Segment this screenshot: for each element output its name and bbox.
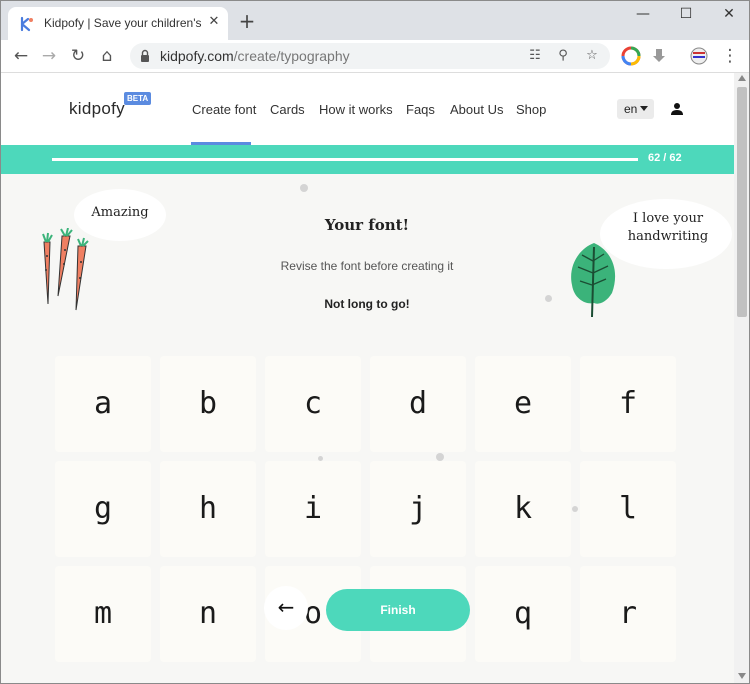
scroll-up-icon[interactable]: [738, 75, 746, 81]
forward-icon[interactable]: →: [39, 46, 59, 66]
minimize-button[interactable]: —: [628, 4, 658, 24]
letter-card-d[interactable]: d: [370, 356, 466, 452]
letter-glyph: c: [303, 386, 323, 421]
letter-glyph: k: [513, 491, 533, 526]
page-subtitle: Revise the font before creating it: [280, 259, 454, 273]
letter-card-g[interactable]: g: [55, 461, 151, 557]
lock-icon: [141, 49, 149, 62]
letter-card-f[interactable]: f: [580, 356, 676, 452]
letter-glyph: h: [198, 491, 218, 526]
tab-close-icon[interactable]: ✕: [206, 14, 222, 30]
nav-about-us[interactable]: About Us: [450, 102, 503, 117]
zoom-icon[interactable]: ⚲: [554, 47, 572, 65]
window-close-button[interactable]: ✕: [714, 4, 744, 24]
letter-glyph: r: [618, 596, 638, 631]
letter-card-c[interactable]: c: [265, 356, 361, 452]
letter-glyph: g: [93, 491, 113, 526]
browser-toolbar: ← → ↻ ⌂ kidpofy.com/create/typography ☷ …: [0, 40, 750, 73]
url-path: /create/typography: [233, 48, 350, 64]
letter-card-r[interactable]: r: [580, 566, 676, 662]
progress-count: 62 / 62: [648, 152, 682, 164]
letter-glyph: a: [93, 386, 113, 421]
nav-faqs[interactable]: Faqs: [406, 102, 435, 117]
extension-colorful-icon[interactable]: [621, 46, 641, 66]
url-text: kidpofy.com/create/typography: [160, 48, 350, 64]
browser-tab[interactable]: Kidpofy | Save your children's c ✕: [8, 7, 228, 40]
flag-extension-icon[interactable]: [689, 46, 709, 66]
letter-glyph: j: [408, 491, 428, 526]
letter-glyph: q: [513, 596, 533, 631]
letter-card-b[interactable]: b: [160, 356, 256, 452]
letter-card-a[interactable]: a: [55, 356, 151, 452]
letter-card-j[interactable]: j: [370, 461, 466, 557]
decor-dot: [572, 506, 578, 512]
letter-glyph: f: [618, 386, 638, 421]
letter-glyph: m: [93, 596, 113, 631]
back-icon[interactable]: ←: [11, 46, 31, 66]
letter-card-m[interactable]: m: [55, 566, 151, 662]
home-icon[interactable]: ⌂: [97, 46, 117, 66]
progress-fill: [52, 158, 638, 161]
bubble-right-line1: I love your: [632, 211, 704, 226]
address-bar[interactable]: kidpofy.com/create/typography ☷ ⚲ ☆: [130, 43, 610, 69]
nav-cards[interactable]: Cards: [270, 102, 305, 117]
letter-card-k[interactable]: k: [475, 461, 571, 557]
letter-card-q[interactable]: q: [475, 566, 571, 662]
beta-badge: BETA: [124, 92, 152, 105]
page-content: kidpofy BETA Create font Cards How it wo…: [0, 73, 734, 684]
language-value: en: [624, 102, 638, 116]
site-logo[interactable]: kidpofy: [69, 99, 125, 119]
new-tab-button[interactable]: +: [238, 11, 256, 31]
reload-icon[interactable]: ↻: [68, 46, 88, 66]
nav-shop[interactable]: Shop: [516, 102, 546, 117]
nav-how-it-works[interactable]: How it works: [319, 102, 393, 117]
letter-card-n[interactable]: n: [160, 566, 256, 662]
decor-dot: [545, 295, 552, 302]
progress-note: Not long to go!: [324, 297, 410, 311]
back-arrow-button[interactable]: ←: [264, 586, 308, 630]
translate-icon[interactable]: ☷: [526, 47, 544, 65]
progress-band: 62 / 62: [0, 145, 734, 174]
letter-card-e[interactable]: e: [475, 356, 571, 452]
finish-button[interactable]: Finish: [326, 589, 470, 631]
site-header: kidpofy BETA Create font Cards How it wo…: [0, 73, 734, 145]
letter-glyph: d: [408, 386, 428, 421]
decor-dot: [436, 453, 444, 461]
letter-glyph: l: [618, 491, 638, 526]
bubble-left-text: Amazing: [91, 205, 149, 220]
tab-title: Kidpofy | Save your children's c: [44, 16, 202, 30]
scroll-thumb[interactable]: [737, 87, 747, 317]
leaf-illustration-icon: [571, 243, 616, 318]
page-title: Your font!: [324, 216, 410, 234]
letter-glyph: e: [513, 386, 533, 421]
menu-kebab-icon[interactable]: ⋮: [720, 46, 740, 66]
letter-glyph: b: [198, 386, 218, 421]
letter-card-h[interactable]: h: [160, 461, 256, 557]
letter-card-i[interactable]: i: [265, 461, 361, 557]
language-select[interactable]: en: [617, 99, 654, 119]
letter-card-l[interactable]: l: [580, 461, 676, 557]
scroll-down-icon[interactable]: [738, 673, 746, 679]
maximize-button[interactable]: ☐: [671, 4, 701, 24]
url-host: kidpofy.com: [160, 48, 234, 64]
kidpofy-favicon-icon: [20, 16, 33, 32]
letter-glyph: i: [303, 491, 323, 526]
decor-dot: [300, 184, 308, 192]
vertical-scrollbar[interactable]: [734, 73, 750, 684]
carrots-illustration-icon: [42, 228, 89, 311]
user-icon[interactable]: [670, 102, 684, 116]
bubble-right-line2: handwriting: [627, 229, 709, 244]
nav-create-font[interactable]: Create font: [192, 102, 256, 117]
browser-tabstrip: Kidpofy | Save your children's c ✕ + — ☐…: [0, 0, 750, 40]
letter-glyph: n: [198, 596, 218, 631]
chevron-down-icon: [640, 106, 648, 111]
bookmark-star-icon[interactable]: ☆: [583, 47, 601, 65]
download-icon[interactable]: [649, 46, 669, 66]
progress-track: [52, 158, 638, 161]
